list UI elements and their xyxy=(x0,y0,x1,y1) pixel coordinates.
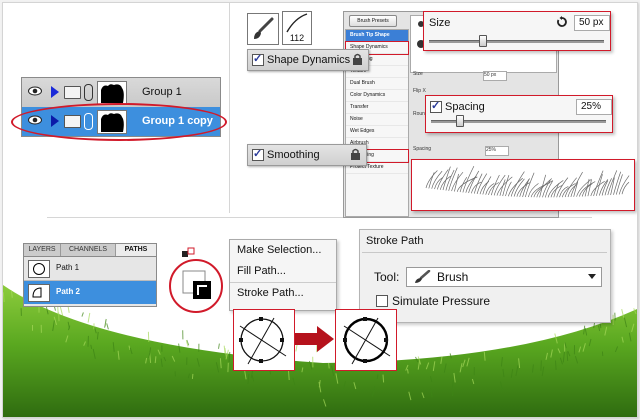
shape-dynamics-label: Shape Dynamics xyxy=(267,54,351,66)
tab-paths[interactable]: PATHS xyxy=(116,244,156,256)
reset-icon[interactable] xyxy=(556,16,568,28)
menu-item-fill-path[interactable]: Fill Path... xyxy=(230,261,336,282)
brush-presets-button[interactable]: Brush Presets xyxy=(349,15,397,27)
size-label: Size xyxy=(429,17,451,29)
spacing-label: Spacing xyxy=(445,101,485,113)
brush-stroke-preview xyxy=(411,159,635,211)
eye-icon[interactable] xyxy=(28,86,42,96)
chevron-down-icon xyxy=(588,274,596,279)
stroked-circle-path-diagram xyxy=(343,317,391,365)
brush-icon xyxy=(254,17,274,39)
brush-panel-spacing-value[interactable]: 25% xyxy=(485,146,509,156)
panel-tabs: LAYERS CHANNELS PATHS xyxy=(24,244,156,257)
spacing-slider-thumb[interactable] xyxy=(456,115,464,127)
smoothing-checkbox[interactable] xyxy=(252,147,264,162)
size-value-field[interactable]: 50 px xyxy=(574,15,610,31)
folder-icon xyxy=(64,86,81,99)
path-row-2[interactable]: Path 2 xyxy=(24,281,156,304)
brush-panel-spacing-text: Spacing xyxy=(413,146,432,152)
spacing-control-panel: Spacing 25% xyxy=(425,95,613,133)
list-item[interactable]: Brush Tip Shape xyxy=(346,30,408,42)
path-after-box xyxy=(335,309,397,371)
tutorial-image: Group 1 Group 1 copy 112 Brush Presets B… xyxy=(2,2,638,418)
dialog-title: Stroke Path xyxy=(366,235,424,247)
menu-item-make-selection[interactable]: Make Selection... xyxy=(230,240,336,261)
vertical-divider xyxy=(229,3,230,213)
brush-tool-icon-box[interactable] xyxy=(247,13,279,45)
shape-dynamics-checkbox[interactable] xyxy=(252,52,264,67)
link-chain-icon[interactable] xyxy=(84,84,93,101)
brush-panel-size-text: Size xyxy=(413,71,423,77)
path-thumbnail xyxy=(28,284,50,302)
path-row-1[interactable]: Path 1 xyxy=(24,257,156,281)
layer-name: Group 1 xyxy=(142,86,182,98)
tool-dropdown[interactable]: Brush xyxy=(406,267,602,287)
context-menu: Make Selection... Fill Path... Stroke Pa… xyxy=(229,239,337,311)
path-thumbnail xyxy=(28,260,50,278)
brush-stroke-icon xyxy=(286,13,308,33)
smoothing-label: Smoothing xyxy=(267,149,320,161)
brush-panel-size-value[interactable]: 50 px xyxy=(483,71,507,81)
size-slider-track[interactable] xyxy=(429,40,604,43)
expand-triangle-icon[interactable] xyxy=(51,86,59,98)
list-item[interactable]: Wet Edges xyxy=(346,126,408,138)
path-before-box xyxy=(233,309,295,371)
list-item[interactable]: Transfer xyxy=(346,102,408,114)
simulate-pressure-label: Simulate Pressure xyxy=(392,294,491,308)
brush-icon xyxy=(415,270,431,283)
spacing-checkbox[interactable] xyxy=(430,99,442,114)
lock-icon[interactable] xyxy=(350,148,361,161)
menu-item-stroke-path[interactable]: Stroke Path... xyxy=(230,282,336,304)
smoothing-option[interactable]: Smoothing xyxy=(247,144,367,166)
lock-icon[interactable] xyxy=(352,53,363,66)
simulate-pressure-checkbox[interactable] xyxy=(376,295,388,308)
brush-size-label: 112 xyxy=(289,33,305,43)
shape-dynamics-option[interactable]: Shape Dynamics xyxy=(247,49,369,71)
path-name: Path 2 xyxy=(56,287,81,296)
arrow-right-icon xyxy=(295,326,334,352)
foreground-background-swatch-icon[interactable] xyxy=(171,261,221,311)
list-item[interactable]: Dual Brush xyxy=(346,78,408,90)
path-name: Path 1 xyxy=(56,263,80,272)
paths-panel: LAYERS CHANNELS PATHS Path 1 Path 2 xyxy=(23,243,157,307)
tab-layers[interactable]: LAYERS xyxy=(24,244,61,256)
tab-channels[interactable]: CHANNELS xyxy=(61,244,116,256)
highlight-ellipse xyxy=(11,103,227,141)
list-item[interactable]: Noise xyxy=(346,114,408,126)
brush-tip-preview[interactable]: 112 xyxy=(282,11,312,45)
size-slider-thumb[interactable] xyxy=(478,35,487,47)
list-item[interactable]: Color Dynamics xyxy=(346,90,408,102)
tool-dropdown-value: Brush xyxy=(437,270,469,284)
stroke-options-group: Tool: Brush Simulate Pressure xyxy=(362,252,607,319)
circle-path-diagram xyxy=(239,317,287,365)
tool-label: Tool: xyxy=(374,270,400,284)
grass-stroke-preview xyxy=(425,165,630,198)
brush-panel-flip-text: Flip X xyxy=(413,88,426,94)
layer-mask-thumbnail[interactable] xyxy=(97,81,127,105)
magnified-icon-circle xyxy=(169,259,223,313)
size-control-panel: Size 50 px xyxy=(423,11,611,51)
spacing-value-field[interactable]: 25% xyxy=(576,99,612,115)
